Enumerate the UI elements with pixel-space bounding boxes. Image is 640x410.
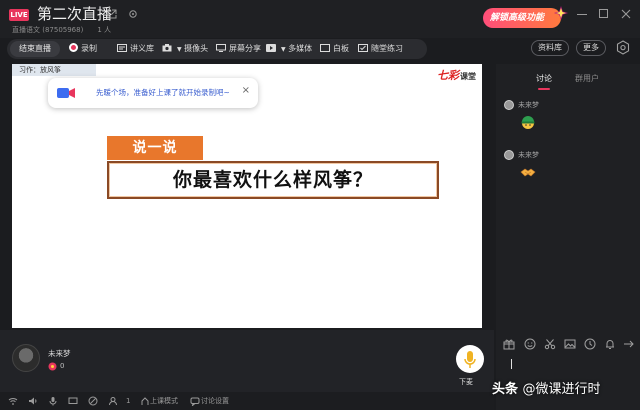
viewer-count: 1 人 [97, 26, 111, 34]
emoji-icon[interactable] [524, 338, 536, 350]
room-settings-icon[interactable] [128, 9, 138, 19]
room-info: 直播语文 (87505968) 1 人 [12, 25, 111, 35]
brand-small: 课堂 [460, 72, 476, 81]
room-id-text: 直播语文 (87505968) [12, 26, 83, 34]
clock-icon[interactable] [584, 338, 596, 350]
multimedia-button[interactable]: ▼ 多媒体 [266, 41, 312, 57]
live-badge: LIVE [9, 9, 29, 21]
promo-label: 解锁高级功能 [490, 13, 544, 23]
discussion-settings-button[interactable]: 讨论设置 [201, 396, 229, 406]
tab-group-users[interactable]: 群用户 [575, 72, 599, 86]
chevron-down-icon: ▼ [177, 42, 182, 58]
scissors-icon[interactable] [544, 338, 556, 350]
wifi-icon [8, 396, 18, 406]
host-name: 未来梦 [48, 348, 71, 359]
chevron-down-icon: ▼ [281, 42, 286, 58]
question-text: 你最喜欢什么样风筝？ [109, 163, 437, 197]
lecture-library-label: 讲义库 [130, 44, 154, 53]
leave-mic-button[interactable] [456, 345, 484, 373]
close-tip-icon[interactable]: × [242, 85, 250, 96]
avatar [12, 344, 40, 372]
video-camera-icon [57, 87, 75, 99]
whiteboard-label: 白板 [333, 44, 349, 53]
minimize-button[interactable] [576, 8, 588, 20]
helmet-emoji-icon [520, 114, 536, 130]
brand-logo: 七彩课堂 [437, 67, 476, 83]
screen-share-button[interactable]: 屏幕分享 [216, 41, 261, 57]
maximize-icon [599, 9, 608, 18]
status-user-count: 1 [126, 396, 130, 406]
microphone-icon [456, 345, 484, 373]
end-live-button[interactable]: 结束直播 [10, 41, 60, 57]
whiteboard-icon [320, 44, 330, 52]
message-user-name: 未来梦 [518, 100, 539, 110]
multimedia-label: 多媒体 [288, 44, 312, 53]
chat-bubble-icon [190, 396, 200, 406]
checklist-icon [358, 44, 368, 52]
volume-icon[interactable] [28, 396, 38, 406]
lecture-library-button[interactable]: 讲义库 [117, 41, 154, 57]
gift-icon[interactable] [503, 338, 515, 350]
practice-button[interactable]: 随堂练习 [358, 41, 403, 57]
settings-gear-icon[interactable] [614, 39, 632, 57]
room-title: 第二次直播 [37, 4, 112, 24]
camera-button[interactable]: ▼ 摄像头 [162, 41, 208, 57]
more-button[interactable]: 更多 [576, 40, 606, 56]
chat-input-caret[interactable] [511, 359, 512, 369]
materials-button[interactable]: 资料库 [531, 40, 569, 56]
unlock-features-button[interactable]: 解锁高级功能 [483, 8, 561, 28]
flower-count: 0 [60, 362, 64, 371]
avatar [504, 100, 514, 110]
record-button[interactable]: 录制 [69, 41, 97, 57]
active-tab-indicator [538, 88, 550, 90]
title-bar: LIVE 第二次直播 直播语文 (87505968) 1 人 解锁高级功能 [0, 0, 640, 38]
class-mode-button[interactable]: 上课模式 [150, 396, 178, 406]
slide-stage[interactable]: 习作：放风筝 七彩课堂 先暖个场，准备好上课了就开始录制吧~ × 说一说 你最喜… [12, 64, 482, 328]
record-label: 录制 [81, 44, 97, 53]
send-arrow-icon[interactable] [623, 338, 635, 350]
class-mode-icon [140, 396, 150, 406]
record-icon [69, 43, 78, 52]
document-icon [117, 44, 127, 52]
external-link-icon[interactable] [107, 9, 117, 19]
screen-icon[interactable] [68, 396, 78, 406]
whiteboard-button[interactable]: 白板 [320, 41, 349, 57]
sparkle-icon [553, 6, 569, 22]
beauty-icon[interactable] [88, 396, 98, 406]
section-heading: 说一说 [107, 136, 203, 160]
user-count-icon [108, 396, 118, 406]
bell-icon[interactable] [604, 338, 616, 350]
toolbar: 结束直播 录制 讲义库 ▼ 摄像头 屏幕分享 ▼ 多媒体 白板 随堂练习 资料库… [0, 38, 640, 62]
tip-text: 先暖个场，准备好上课了就开始录制吧~ [96, 87, 230, 99]
practice-label: 随堂练习 [371, 44, 403, 53]
tab-discussion[interactable]: 讨论 [536, 72, 552, 86]
leave-mic-label: 下麦 [459, 377, 473, 387]
microphone-small-icon[interactable] [48, 396, 58, 406]
brand-main: 七彩 [437, 69, 459, 82]
play-icon [266, 44, 276, 52]
avatar [504, 150, 514, 160]
panel-tabs: 讨论 群用户 [496, 72, 640, 86]
flower-icon [48, 362, 57, 371]
handshake-emoji-icon [520, 164, 536, 180]
maximize-button[interactable] [598, 8, 610, 20]
monitor-icon [216, 44, 226, 52]
close-window-button[interactable] [620, 8, 632, 20]
image-icon[interactable] [564, 338, 576, 350]
question-box: 你最喜欢什么样风筝？ [107, 161, 439, 199]
discussion-panel: 讨论 群用户 未来梦 未来梦 [496, 64, 640, 410]
message-user-name: 未来梦 [518, 150, 539, 160]
screen-share-label: 屏幕分享 [229, 44, 261, 53]
watermark-handle: @微课进行时 [523, 382, 601, 397]
camera-label: 摄像头 [184, 44, 208, 53]
camera-icon [162, 44, 172, 52]
recording-tip-popup: 先暖个场，准备好上课了就开始录制吧~ × [48, 78, 258, 108]
minimize-icon [577, 14, 587, 15]
watermark: 头条 @微课进行时 [492, 378, 601, 397]
slide-title-tab: 习作：放风筝 [12, 64, 96, 76]
watermark-brand: 头条 [492, 382, 518, 397]
